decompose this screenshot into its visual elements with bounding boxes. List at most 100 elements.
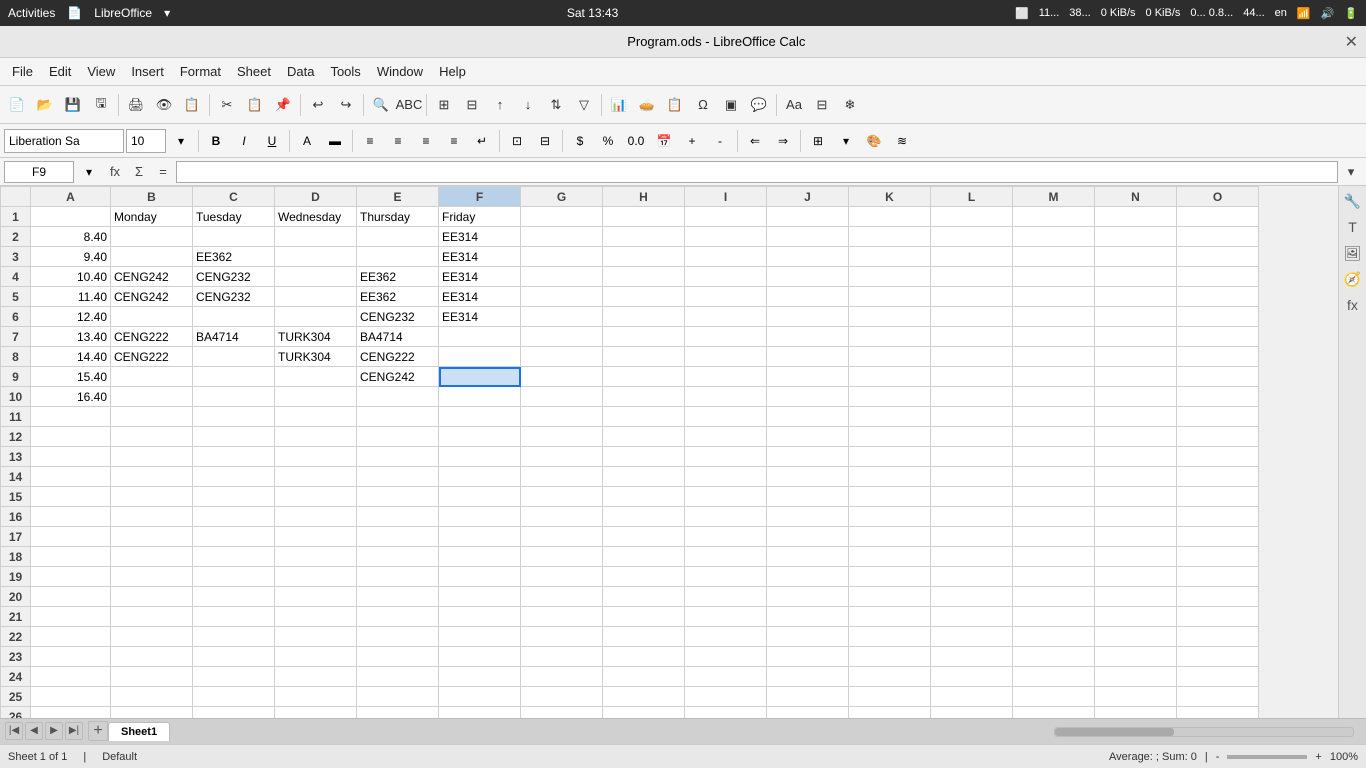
- cell-K12[interactable]: [849, 427, 931, 447]
- cell-D21[interactable]: [275, 607, 357, 627]
- row-header-16[interactable]: 16: [1, 507, 31, 527]
- cell-B26[interactable]: [111, 707, 193, 719]
- cell-B1[interactable]: Monday: [111, 207, 193, 227]
- cell-M26[interactable]: [1013, 707, 1095, 719]
- row-header-12[interactable]: 12: [1, 427, 31, 447]
- col-header-b[interactable]: B: [111, 187, 193, 207]
- row-header-7[interactable]: 7: [1, 327, 31, 347]
- col-header-m[interactable]: M: [1013, 187, 1095, 207]
- cell-N26[interactable]: [1095, 707, 1177, 719]
- cell-J26[interactable]: [767, 707, 849, 719]
- wrap-button[interactable]: ↵: [469, 128, 495, 154]
- cell-A17[interactable]: [31, 527, 111, 547]
- cell-K17[interactable]: [849, 527, 931, 547]
- cell-C1[interactable]: Tuesday: [193, 207, 275, 227]
- cell-D6[interactable]: [275, 307, 357, 327]
- cell-K7[interactable]: [849, 327, 931, 347]
- save-as-button[interactable]: 🖫: [88, 92, 114, 118]
- cell-F7[interactable]: [439, 327, 521, 347]
- cell-I10[interactable]: [685, 387, 767, 407]
- col-header-j[interactable]: J: [767, 187, 849, 207]
- cell-O18[interactable]: [1177, 547, 1259, 567]
- col-header-g[interactable]: G: [521, 187, 603, 207]
- cell-I11[interactable]: [685, 407, 767, 427]
- cell-B25[interactable]: [111, 687, 193, 707]
- cell-G21[interactable]: [521, 607, 603, 627]
- cell-B24[interactable]: [111, 667, 193, 687]
- cell-E20[interactable]: [357, 587, 439, 607]
- row-header-13[interactable]: 13: [1, 447, 31, 467]
- cell-M11[interactable]: [1013, 407, 1095, 427]
- cell-N15[interactable]: [1095, 487, 1177, 507]
- tab-last-button[interactable]: ▶|: [65, 722, 83, 740]
- cell-E13[interactable]: [357, 447, 439, 467]
- cell-M12[interactable]: [1013, 427, 1095, 447]
- cell-O24[interactable]: [1177, 667, 1259, 687]
- cell-I3[interactable]: [685, 247, 767, 267]
- cell-C9[interactable]: [193, 367, 275, 387]
- function-list-button[interactable]: fx: [1342, 294, 1364, 316]
- font-name-input[interactable]: [4, 129, 124, 153]
- cell-M13[interactable]: [1013, 447, 1095, 467]
- cell-O25[interactable]: [1177, 687, 1259, 707]
- cell-M3[interactable]: [1013, 247, 1095, 267]
- cell-I13[interactable]: [685, 447, 767, 467]
- cell-E15[interactable]: [357, 487, 439, 507]
- cell-I25[interactable]: [685, 687, 767, 707]
- cell-I17[interactable]: [685, 527, 767, 547]
- cell-O13[interactable]: [1177, 447, 1259, 467]
- open-button[interactable]: 📂: [32, 92, 58, 118]
- cell-I6[interactable]: [685, 307, 767, 327]
- cell-A20[interactable]: [31, 587, 111, 607]
- cell-M4[interactable]: [1013, 267, 1095, 287]
- cell-F10[interactable]: [439, 387, 521, 407]
- cell-E17[interactable]: [357, 527, 439, 547]
- cell-D1[interactable]: Wednesday: [275, 207, 357, 227]
- cell-H3[interactable]: [603, 247, 685, 267]
- row-header-22[interactable]: 22: [1, 627, 31, 647]
- cell-L20[interactable]: [931, 587, 1013, 607]
- cell-N1[interactable]: [1095, 207, 1177, 227]
- tab-next-button[interactable]: ▶: [45, 722, 63, 740]
- cell-I2[interactable]: [685, 227, 767, 247]
- col-header-e[interactable]: E: [357, 187, 439, 207]
- autofilter-button[interactable]: ▽: [571, 92, 597, 118]
- cell-D2[interactable]: [275, 227, 357, 247]
- row-header-5[interactable]: 5: [1, 287, 31, 307]
- cell-N18[interactable]: [1095, 547, 1177, 567]
- cell-N12[interactable]: [1095, 427, 1177, 447]
- function-wizard-button[interactable]: fx: [104, 161, 126, 183]
- cut-button[interactable]: ✂: [214, 92, 240, 118]
- cell-M20[interactable]: [1013, 587, 1095, 607]
- cell-K2[interactable]: [849, 227, 931, 247]
- cell-L21[interactable]: [931, 607, 1013, 627]
- cell-K5[interactable]: [849, 287, 931, 307]
- col-header-o[interactable]: O: [1177, 187, 1259, 207]
- cell-J3[interactable]: [767, 247, 849, 267]
- cell-K23[interactable]: [849, 647, 931, 667]
- cell-E3[interactable]: [357, 247, 439, 267]
- cell-L8[interactable]: [931, 347, 1013, 367]
- cell-L22[interactable]: [931, 627, 1013, 647]
- date-button[interactable]: 📅: [651, 128, 677, 154]
- cell-F18[interactable]: [439, 547, 521, 567]
- cell-A1[interactable]: [31, 207, 111, 227]
- cell-I26[interactable]: [685, 707, 767, 719]
- cell-D5[interactable]: [275, 287, 357, 307]
- sort-desc-button[interactable]: ↓: [515, 92, 541, 118]
- cell-N9[interactable]: [1095, 367, 1177, 387]
- row-header-26[interactable]: 26: [1, 707, 31, 719]
- cell-F23[interactable]: [439, 647, 521, 667]
- cell-M23[interactable]: [1013, 647, 1095, 667]
- cell-G2[interactable]: [521, 227, 603, 247]
- cell-B3[interactable]: [111, 247, 193, 267]
- cell-B14[interactable]: [111, 467, 193, 487]
- cell-C5[interactable]: CENG232: [193, 287, 275, 307]
- cell-A3[interactable]: 9.40: [31, 247, 111, 267]
- cell-D12[interactable]: [275, 427, 357, 447]
- cell-K1[interactable]: [849, 207, 931, 227]
- cell-I23[interactable]: [685, 647, 767, 667]
- cell-G4[interactable]: [521, 267, 603, 287]
- cell-G22[interactable]: [521, 627, 603, 647]
- cell-O14[interactable]: [1177, 467, 1259, 487]
